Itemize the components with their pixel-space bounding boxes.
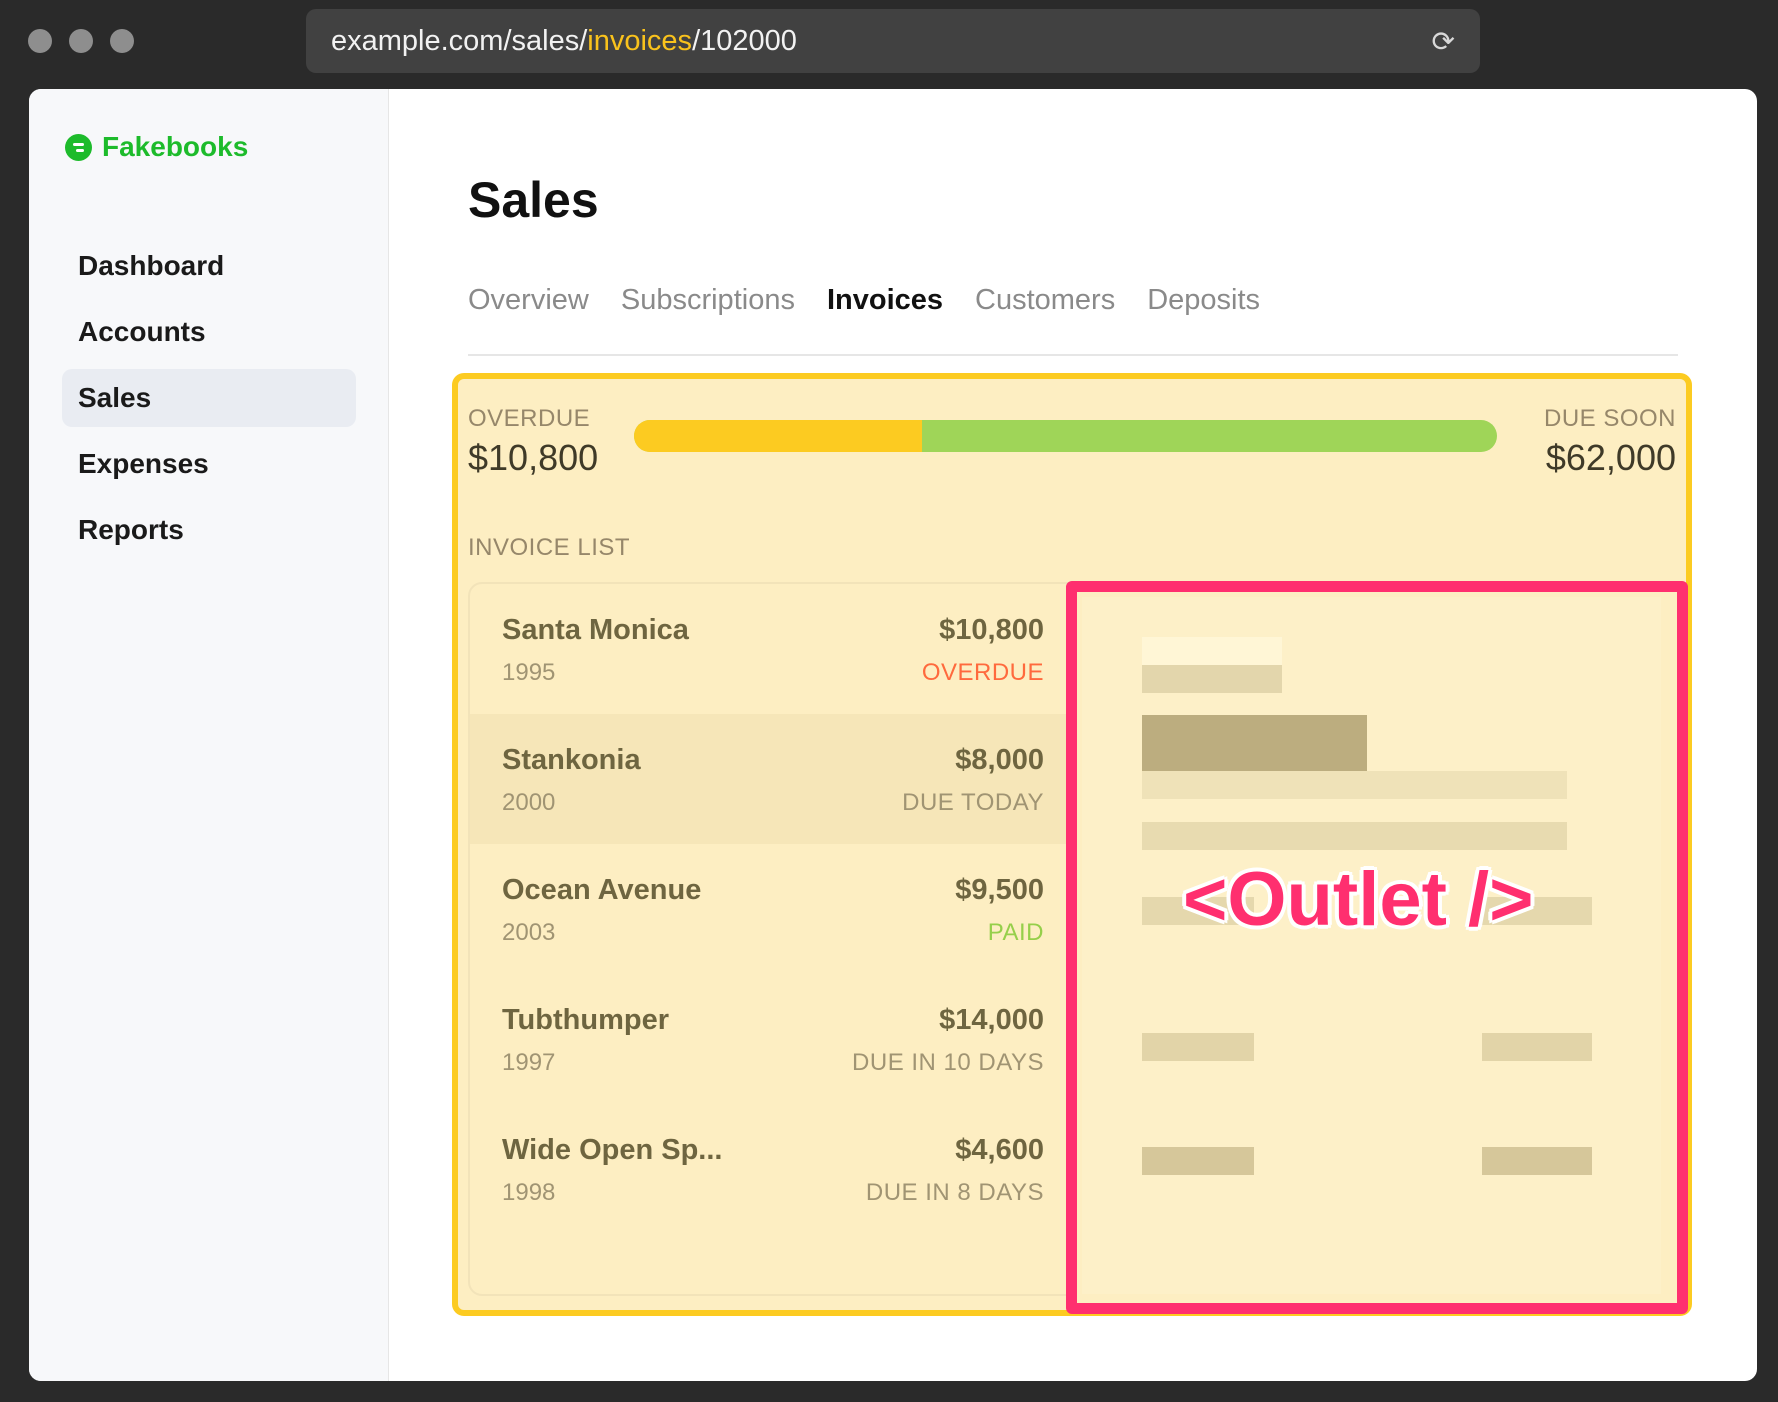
tab-invoices[interactable]: Invoices: [827, 284, 943, 317]
tabs-divider: [468, 354, 1678, 356]
invoice-name: Stankonia: [502, 744, 641, 776]
invoice-year: 1995: [502, 659, 556, 686]
invoice-year: 2000: [502, 789, 556, 816]
invoice-amount: $8,000: [955, 744, 1044, 776]
url-highlight: invoices: [587, 24, 693, 57]
invoice-amount: $10,800: [939, 614, 1044, 646]
invoice-year: 2003: [502, 919, 556, 946]
outlet-placeholder: [1082, 597, 1661, 1294]
brand-name: Fakebooks: [102, 131, 249, 162]
invoice-name: Wide Open Sp...: [502, 1134, 723, 1166]
brand-logo[interactable]: Fakebooks: [65, 131, 248, 163]
invoice-name: Tubthumper: [502, 1004, 669, 1036]
sidebar-nav: Dashboard Accounts Sales Expenses Report…: [62, 237, 356, 567]
blurred-block: [1142, 1033, 1254, 1061]
invoice-row[interactable]: Tubthumper 1997 $14,000 DUE IN 10 DAYS: [470, 974, 1070, 1104]
minimize-window-dot[interactable]: [69, 29, 93, 53]
overdue-label: OVERDUE: [468, 405, 591, 432]
invoice-name: Santa Monica: [502, 614, 689, 646]
invoice-row[interactable]: Santa Monica 1995 $10,800 OVERDUE: [470, 584, 1070, 714]
overdue-bar-fill: [634, 420, 923, 452]
due-soon-label: DUE SOON: [1543, 405, 1676, 432]
invoice-year: 1997: [502, 1049, 556, 1076]
invoice-row[interactable]: Wide Open Sp... 1998 $4,600 DUE IN 8 DAYS: [470, 1104, 1070, 1234]
invoice-amount: $9,500: [955, 874, 1044, 906]
blurred-block: [1482, 1147, 1592, 1175]
sidebar-item-reports[interactable]: Reports: [62, 501, 356, 559]
overdue-vs-due-soon-bar: [634, 420, 1497, 452]
invoice-status: DUE TODAY: [902, 789, 1044, 816]
invoice-status: OVERDUE: [921, 659, 1044, 686]
invoice-name: Ocean Avenue: [502, 874, 702, 906]
invoice-amount: $14,000: [939, 1004, 1044, 1036]
sidebar: Fakebooks Dashboard Accounts Sales Expen…: [29, 89, 389, 1381]
due-soon-amount: $62,000: [1545, 437, 1676, 478]
url-suffix: /102000: [692, 24, 797, 57]
blurred-block: [1142, 822, 1567, 850]
invoice-year: 1998: [502, 1179, 556, 1206]
address-bar[interactable]: example.com/sales/invoices/102000 ⟳: [306, 9, 1480, 73]
sidebar-item-accounts[interactable]: Accounts: [62, 303, 356, 361]
invoice-status: DUE IN 10 DAYS: [852, 1049, 1044, 1076]
sidebar-item-dashboard[interactable]: Dashboard: [62, 237, 356, 295]
blurred-block: [1142, 665, 1282, 693]
invoice-status: PAID: [987, 919, 1044, 946]
blurred-block: [1142, 637, 1282, 665]
reload-icon[interactable]: ⟳: [1432, 25, 1455, 58]
tab-subscriptions[interactable]: Subscriptions: [621, 284, 795, 317]
invoice-status: DUE IN 8 DAYS: [865, 1179, 1044, 1206]
invoice-list-label: INVOICE LIST: [468, 534, 631, 561]
tab-overview[interactable]: Overview: [468, 284, 589, 317]
zoom-window-dot[interactable]: [110, 29, 134, 53]
blurred-block: [1142, 715, 1367, 771]
sidebar-item-expenses[interactable]: Expenses: [62, 435, 356, 493]
blurred-block: [1482, 1033, 1592, 1061]
close-window-dot[interactable]: [28, 29, 52, 53]
outlet-region-highlight: [1066, 581, 1688, 1314]
tab-deposits[interactable]: Deposits: [1147, 284, 1260, 317]
url-prefix: example.com/sales/: [331, 24, 588, 57]
invoice-row[interactable]: Ocean Avenue 2003 $9,500 PAID: [470, 844, 1070, 974]
blurred-block: [1142, 1147, 1254, 1175]
overdue-amount: $10,800: [468, 437, 599, 478]
invoice-amount: $4,600: [955, 1134, 1044, 1166]
tab-customers[interactable]: Customers: [975, 284, 1115, 317]
outlet-label: <Outlet />: [1183, 857, 1534, 942]
window-controls: [28, 29, 134, 53]
fakebooks-logo-icon: [65, 133, 92, 161]
sidebar-item-sales[interactable]: Sales: [62, 369, 356, 427]
page-title: Sales: [468, 172, 599, 228]
invoice-row-selected[interactable]: Stankonia 2000 $8,000 DUE TODAY: [470, 714, 1070, 844]
sales-tabs: Overview Subscriptions Invoices Customer…: [468, 284, 1260, 317]
blurred-block: [1142, 771, 1567, 799]
